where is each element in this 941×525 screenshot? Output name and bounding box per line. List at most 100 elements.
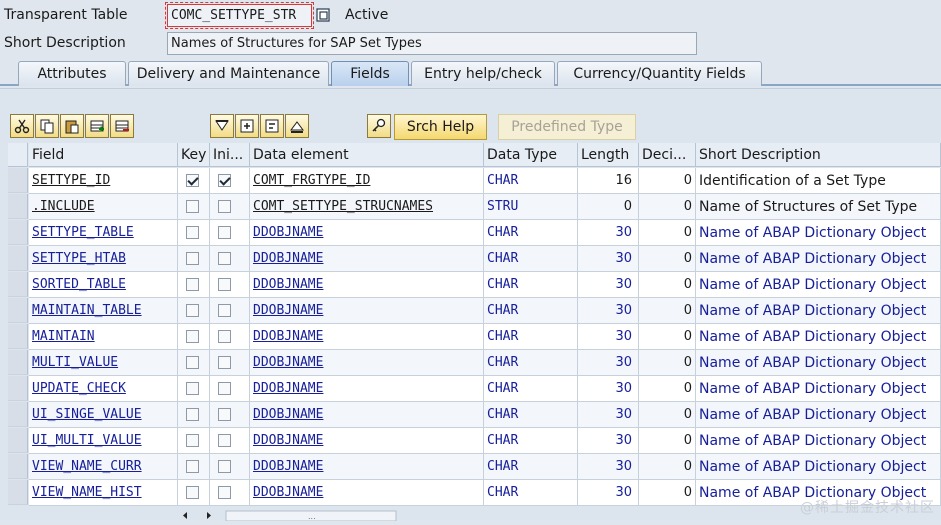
predefined-type-button[interactable]: Predefined Type [498,114,636,140]
col-field[interactable]: Field [29,143,178,167]
key-checkbox[interactable] [186,200,199,213]
initial-checkbox[interactable] [218,330,231,343]
row-selector[interactable] [8,272,28,297]
row-selector[interactable] [8,376,28,401]
initial-checkbox[interactable] [218,304,231,317]
col-deci[interactable]: Deci... [639,143,696,167]
field-name-cell[interactable]: VIEW_NAME_HIST [29,480,178,506]
key-checkbox[interactable] [186,252,199,265]
field-name-cell[interactable]: SETTYPE_ID [29,168,178,194]
cut-button[interactable] [10,114,34,138]
initial-checkbox[interactable] [218,200,231,213]
field-name-cell[interactable]: .INCLUDE [29,194,178,220]
row-selector[interactable] [8,220,28,245]
copy-icon[interactable] [316,8,330,22]
initial-checkbox[interactable] [218,408,231,421]
tab-delivery-maintenance[interactable]: Delivery and Maintenance [128,61,329,86]
initial-checkbox[interactable] [218,486,231,499]
data-element-cell[interactable]: DDOBJNAME [250,480,484,506]
tab-attributes[interactable]: Attributes [18,61,126,86]
row-selector[interactable] [8,246,28,271]
col-ini[interactable]: Ini... [210,143,250,167]
data-element-cell[interactable]: DDOBJNAME [250,350,484,376]
key-checkbox[interactable] [186,226,199,239]
length-cell: 30 [578,350,639,376]
field-name-cell[interactable]: MAINTAIN [29,324,178,350]
key-checkbox[interactable] [186,356,199,369]
select-all-header[interactable] [8,143,28,167]
field-name-cell[interactable]: SETTYPE_TABLE [29,220,178,246]
col-key[interactable]: Key [178,143,210,167]
tab-entry-help-check[interactable]: Entry help/check [411,61,555,86]
short-description-cell: Name of Structures of Set Type [696,194,941,220]
data-element-cell[interactable]: DDOBJNAME [250,428,484,454]
key-checkbox[interactable] [186,408,199,421]
delete-row-icon [115,120,129,132]
data-element-cell[interactable]: DDOBJNAME [250,402,484,428]
col-length[interactable]: Length [578,143,639,167]
row-selector[interactable] [8,428,28,453]
field-name-cell[interactable]: UI_SINGE_VALUE [29,402,178,428]
row-selector[interactable] [8,402,28,427]
short-description-field[interactable]: Names of Structures for SAP Set Types [167,32,697,55]
key-checkbox[interactable] [186,174,199,187]
insert-row-button[interactable] [85,114,109,138]
initial-checkbox[interactable] [218,278,231,291]
row-selector[interactable] [8,168,28,193]
initial-checkbox[interactable] [218,434,231,447]
data-element-cell[interactable]: COMT_FRGTYPE_ID [250,168,484,194]
data-element-cell[interactable]: DDOBJNAME [250,376,484,402]
table-name-field[interactable]: COMC_SETTYPE_STR [165,2,314,29]
srch-help-button[interactable]: Srch Help [394,114,487,140]
data-element-cell[interactable]: DDOBJNAME [250,220,484,246]
key-checkbox[interactable] [186,486,199,499]
field-name-cell[interactable]: MAINTAIN_TABLE [29,298,178,324]
col-data-type[interactable]: Data Type [484,143,578,167]
collapse-button[interactable] [260,114,284,138]
row-selector[interactable] [8,454,28,479]
paste-button[interactable] [60,114,84,138]
col-data-element[interactable]: Data element [250,143,484,167]
key-checkbox[interactable] [186,330,199,343]
key-checkbox[interactable] [186,382,199,395]
initial-checkbox[interactable] [218,252,231,265]
col-short-description[interactable]: Short Description [696,143,941,167]
data-element-cell[interactable]: DDOBJNAME [250,246,484,272]
data-element-cell[interactable]: DDOBJNAME [250,324,484,350]
field-name-cell[interactable]: SORTED_TABLE [29,272,178,298]
key-checkbox[interactable] [186,278,199,291]
length-cell: 30 [578,324,639,350]
up-button[interactable] [285,114,309,138]
key-checkbox[interactable] [186,304,199,317]
row-selector[interactable] [8,480,28,505]
horizontal-scrollbar[interactable]: ... [180,509,400,522]
data-element-cell[interactable]: DDOBJNAME [250,298,484,324]
data-element-cell[interactable]: COMT_SETTYPE_STRUCNAMES [250,194,484,220]
search-help-icon-button[interactable] [367,114,391,138]
filter-button[interactable] [210,114,234,138]
copy-button[interactable] [35,114,59,138]
key-checkbox[interactable] [186,434,199,447]
tab-currency-quantity-fields[interactable]: Currency/Quantity Fields [557,61,762,86]
field-name-cell[interactable]: MULTI_VALUE [29,350,178,376]
row-selector[interactable] [8,324,28,349]
delete-row-button[interactable] [110,114,134,138]
initial-checkbox[interactable] [218,226,231,239]
field-name-cell[interactable]: UI_MULTI_VALUE [29,428,178,454]
initial-checkbox[interactable] [218,460,231,473]
row-selector[interactable] [8,194,28,219]
data-element-cell[interactable]: DDOBJNAME [250,272,484,298]
field-name-cell[interactable]: VIEW_NAME_CURR [29,454,178,480]
length-cell: 30 [578,272,639,298]
row-selector[interactable] [8,298,28,323]
initial-checkbox[interactable] [218,382,231,395]
field-name-cell[interactable]: SETTYPE_HTAB [29,246,178,272]
tab-fields[interactable]: Fields [331,61,409,86]
data-element-cell[interactable]: DDOBJNAME [250,454,484,480]
initial-checkbox[interactable] [218,174,231,187]
key-checkbox[interactable] [186,460,199,473]
initial-checkbox[interactable] [218,356,231,369]
row-selector[interactable] [8,350,28,375]
expand-button[interactable] [235,114,259,138]
field-name-cell[interactable]: UPDATE_CHECK [29,376,178,402]
